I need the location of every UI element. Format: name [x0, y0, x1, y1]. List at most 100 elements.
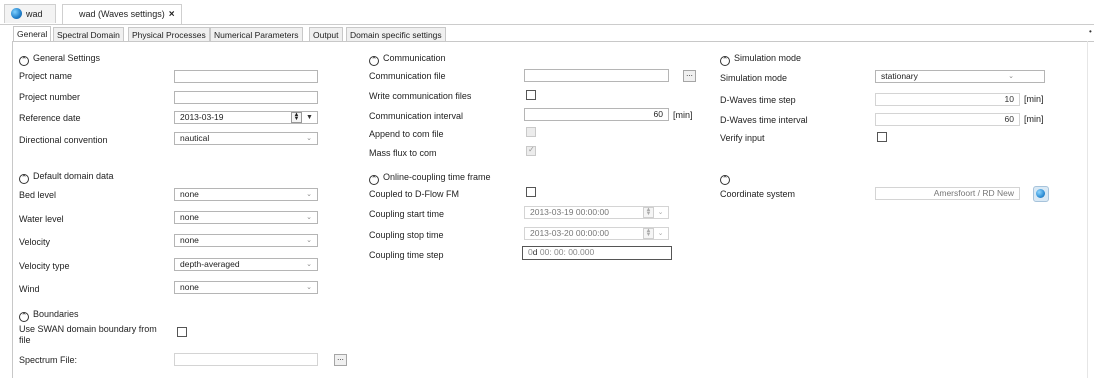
communication-file-browse-button[interactable]: ...	[683, 70, 696, 82]
chevron-up-icon[interactable]: ⌃	[19, 312, 29, 322]
section-boundaries[interactable]: ⌃ Boundaries	[19, 308, 79, 322]
tab-output[interactable]: Output	[309, 27, 343, 42]
spinner-icon[interactable]: ▲ ▼	[643, 228, 654, 239]
doc-tab-wad[interactable]: wad	[4, 4, 56, 23]
dwaves-time-step-input[interactable]: 10	[875, 93, 1020, 106]
coupled-dflow-label: Coupled to D-Flow FM	[369, 189, 460, 199]
doc-tab-waves-settings[interactable]: wad (Waves settings) ×	[62, 4, 182, 24]
tab-general[interactable]: General	[13, 26, 52, 42]
section-simulation-mode[interactable]: ⌃ Simulation mode	[720, 52, 801, 66]
spinner-icon[interactable]: ▲ ▼	[291, 112, 302, 123]
verify-input-checkbox[interactable]	[877, 132, 887, 142]
mass-flux-checkbox[interactable]	[526, 145, 536, 156]
communication-interval-input[interactable]: 60	[524, 108, 669, 121]
section-general-settings[interactable]: ⌃ General Settings	[19, 52, 100, 66]
mass-flux-label: Mass flux to com	[369, 148, 437, 158]
directional-convention-label: Directional convention	[19, 135, 108, 145]
project-name-label: Project name	[19, 71, 73, 81]
chevron-up-icon[interactable]: ⌃	[720, 56, 730, 66]
section-title: Boundaries	[33, 309, 79, 319]
close-icon[interactable]: ×	[169, 9, 175, 20]
tab-domain-specific-settings[interactable]: Domain specific settings	[346, 27, 446, 42]
write-communication-files-checkbox[interactable]	[526, 90, 536, 100]
water-level-select[interactable]: none ⌄	[174, 211, 318, 224]
directional-convention-select[interactable]: nautical ⌄	[174, 132, 318, 145]
doc-tab-label: wad (Waves settings)	[79, 9, 165, 19]
chevron-up-icon[interactable]: ⌃	[720, 175, 730, 185]
coupling-step-days-unit: d	[532, 247, 538, 257]
velocity-label: Velocity	[19, 237, 51, 247]
doc-tab-label: wad	[26, 9, 43, 19]
communication-interval-unit: [min]	[673, 110, 693, 120]
coupling-start-value: 2013-03-19 00:00:00	[530, 207, 609, 217]
append-com-file-label: Append to com file	[369, 129, 444, 139]
chevron-down-icon: ⌄	[306, 284, 312, 291]
tab-physical-processes[interactable]: Physical Processes	[128, 27, 210, 42]
simulation-mode-label: Simulation mode	[720, 73, 788, 83]
coupling-time-step-label: Coupling time step	[369, 250, 444, 260]
velocity-type-label: Velocity type	[19, 261, 70, 271]
chevron-down-icon: ⌄	[306, 214, 312, 221]
section-coordinate[interactable]: ⌃	[720, 171, 734, 185]
spectrum-file-browse-button[interactable]: ...	[334, 354, 347, 366]
globe-icon[interactable]	[1033, 186, 1049, 202]
scroll-marker: •	[1089, 27, 1092, 36]
velocity-select[interactable]: none ⌄	[174, 234, 318, 247]
section-communication[interactable]: ⌃ Communication	[369, 52, 446, 66]
chevron-up-icon[interactable]: ⌃	[369, 175, 379, 185]
dwaves-time-interval-unit: [min]	[1024, 114, 1044, 124]
chevron-up-icon[interactable]: ⌃	[19, 56, 29, 66]
chevron-down-icon[interactable]: ▼	[305, 112, 314, 123]
tab-spectral-domain[interactable]: Spectral Domain	[53, 27, 124, 42]
communication-file-input[interactable]	[524, 69, 669, 82]
chevron-down-icon: ⌄	[306, 237, 312, 244]
coordinate-system-label: Coordinate system	[720, 189, 796, 199]
write-communication-files-label: Write communication files	[369, 91, 472, 101]
chevron-down-icon: ⌄	[306, 261, 312, 268]
wind-select[interactable]: none ⌄	[174, 281, 318, 294]
reference-date-value: 2013-03-19	[180, 112, 224, 122]
chevron-down-icon: ⌄	[1008, 73, 1014, 80]
simulation-mode-select[interactable]: stationary ⌄	[875, 70, 1045, 83]
verify-input-label: Verify input	[720, 133, 765, 143]
chevron-down-icon: ⌄	[306, 135, 312, 142]
project-number-label: Project number	[19, 92, 81, 102]
coupling-stop-time-label: Coupling stop time	[369, 230, 444, 240]
dwaves-time-interval-input[interactable]: 60	[875, 113, 1020, 126]
coordinate-system-input[interactable]: Amersfoort / RD New	[875, 187, 1020, 200]
reference-date-label: Reference date	[19, 113, 81, 123]
selected-value: none	[180, 235, 199, 245]
selected-value: none	[180, 212, 199, 222]
wind-label: Wind	[19, 284, 40, 294]
coupling-step-time: 00: 00: 00.000	[539, 247, 595, 257]
globe-icon	[11, 8, 22, 19]
chevron-down-icon[interactable]: ⌄	[656, 228, 665, 239]
section-default-domain-data[interactable]: ⌃ Default domain data	[19, 170, 114, 184]
spinner-icon[interactable]: ▲ ▼	[643, 207, 654, 218]
chevron-up-icon[interactable]: ⌃	[19, 174, 29, 184]
bed-level-label: Bed level	[19, 190, 57, 200]
tab-numerical-parameters[interactable]: Numerical Parameters	[210, 27, 303, 42]
chevron-up-icon[interactable]: ⌃	[369, 56, 379, 66]
coupled-dflow-checkbox[interactable]	[526, 187, 536, 197]
coupling-time-step-input[interactable]: 0d 00: 00: 00.000	[522, 246, 672, 260]
bed-level-select[interactable]: none ⌄	[174, 188, 318, 201]
selected-value: none	[180, 189, 199, 199]
document-tab-strip: wad wad (Waves settings) ×	[0, 0, 1094, 25]
tab-content-border	[12, 41, 1094, 42]
chevron-down-icon[interactable]: ⌄	[656, 207, 665, 218]
spectrum-file-input[interactable]	[174, 353, 318, 366]
section-online-coupling[interactable]: ⌃ Online-coupling time frame	[369, 171, 491, 185]
velocity-type-select[interactable]: depth-averaged ⌄	[174, 258, 318, 271]
coupling-stop-value: 2013-03-20 00:00:00	[530, 228, 609, 238]
right-edge-divider	[1087, 41, 1088, 378]
project-number-input[interactable]	[174, 91, 318, 104]
communication-file-label: Communication file	[369, 71, 446, 81]
communication-interval-label: Communication interval	[369, 111, 464, 121]
append-com-file-checkbox[interactable]	[526, 127, 536, 137]
project-name-input[interactable]	[174, 70, 318, 83]
selected-value: nautical	[180, 133, 210, 143]
use-swan-boundary-checkbox[interactable]	[177, 327, 187, 337]
coupling-start-time-label: Coupling start time	[369, 209, 445, 219]
section-title: Communication	[383, 53, 446, 63]
